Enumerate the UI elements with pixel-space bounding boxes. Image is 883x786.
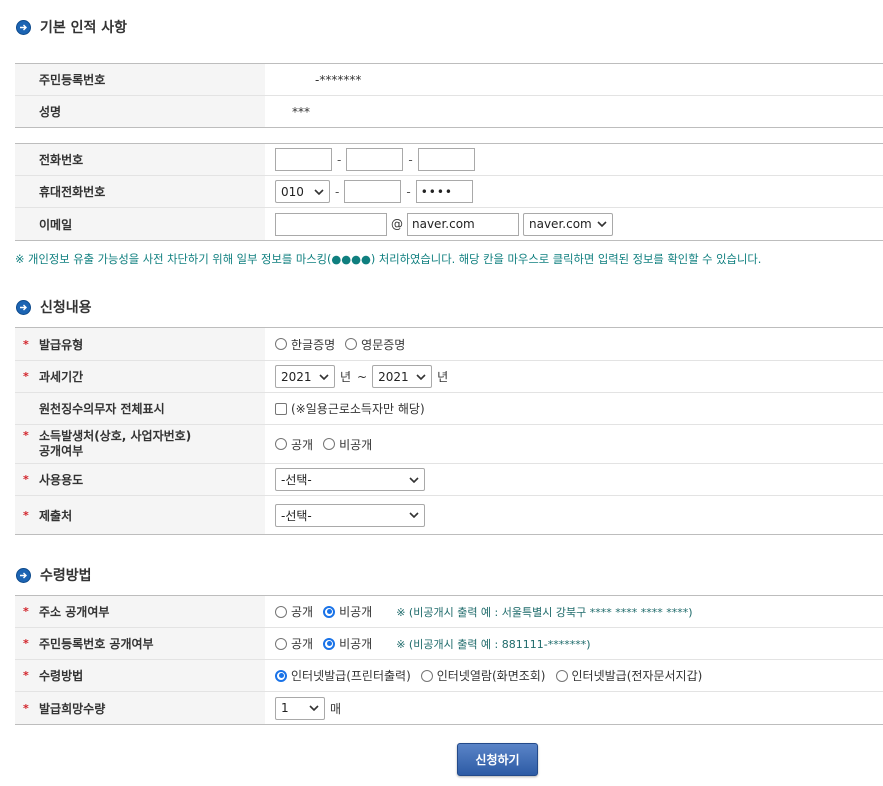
phone-label: 전화번호: [39, 153, 84, 167]
submit-to-label: 제출처: [39, 508, 73, 523]
section-title-basic-info: 기본 인적 사항: [16, 17, 127, 37]
email-domain-input[interactable]: naver.com: [407, 212, 519, 236]
email-domain-select[interactable]: naver.com: [523, 212, 613, 236]
chevron-down-icon: [319, 373, 329, 380]
mobile-prefix-select[interactable]: 010: [275, 180, 330, 203]
mobile-last-input[interactable]: ••••: [415, 180, 473, 203]
phone-part1-input[interactable]: [275, 148, 332, 171]
table-row: 전화번호 - -: [15, 144, 883, 176]
chevron-down-icon: [409, 512, 419, 518]
phone-part3-input[interactable]: [417, 148, 475, 171]
required-mark: *: [23, 669, 29, 682]
method-wallet-radio[interactable]: 인터넷발급(전자문서지갑): [555, 667, 702, 684]
arrow-right-circle-icon: [16, 299, 31, 315]
method-view-radio[interactable]: 인터넷열람(화면조회): [420, 667, 546, 684]
masking-notice: ※ 개인정보 유출 가능성을 사전 차단하기 위해 일부 정보를 마스킹(●●●…: [15, 253, 762, 266]
quantity-select[interactable]: 1: [275, 696, 325, 720]
email-label: 이메일: [39, 217, 73, 232]
chevron-down-icon: [416, 373, 426, 380]
section-title-application: 신청내용: [16, 297, 92, 317]
receipt-method-label: 수령방법: [39, 669, 84, 683]
table-row: 성명 ***: [15, 96, 883, 127]
period-to-select[interactable]: 2021: [372, 365, 433, 388]
period-from-select[interactable]: 2021: [275, 365, 335, 388]
required-mark: *: [23, 637, 29, 650]
rrn-public-radio[interactable]: 공개: [275, 635, 313, 652]
period-label: 과세기간: [39, 370, 84, 384]
apply-button[interactable]: 신청하기: [457, 743, 538, 776]
table-row: 이메일 @ naver.com naver.com: [15, 208, 883, 240]
submit-to-select[interactable]: -선택-: [275, 503, 425, 527]
table-row: 휴대전화번호 010 - - ••••: [15, 176, 883, 208]
issue-type-label: 발급유형: [39, 337, 84, 352]
table-row: * 사용용도 -선택-: [15, 464, 883, 496]
issue-type-korean-radio[interactable]: 한글증명: [275, 336, 335, 353]
withholding-checkbox[interactable]: (※일용근로소득자만 해당): [275, 400, 425, 417]
issue-type-english-radio[interactable]: 영문증명: [345, 336, 405, 353]
address-note: ※ (비공개시 출력 예 : 서울특별시 강북구 **** **** **** …: [396, 605, 693, 619]
application-table: * 발급유형 한글증명 영문증명 * 과세기간 2021 년 ~ 2021 년 원천…: [15, 327, 883, 535]
table-row: * 발급유형 한글증명 영문증명: [15, 328, 883, 361]
required-mark: *: [23, 370, 29, 383]
basic-info-table: 주민등록번호 -******* 성명 ***: [15, 63, 883, 128]
chevron-down-icon: [409, 476, 419, 483]
address-private-radio[interactable]: 비공개: [323, 603, 372, 620]
income-private-radio[interactable]: 비공개: [323, 436, 372, 453]
required-mark: *: [23, 473, 29, 486]
table-row: 원천징수의무자 전체표시 (※일용근로소득자만 해당): [15, 393, 883, 425]
chevron-down-icon: [597, 221, 607, 227]
table-row: * 과세기간 2021 년 ~ 2021 년: [15, 361, 883, 393]
table-row: * 제출처 -선택-: [15, 496, 883, 534]
contact-table: 전화번호 - - 휴대전화번호 010 - - •••• 이메일 @ naver…: [15, 143, 883, 241]
income-source-label: 소득발생처(상호, 사업자번호): [39, 429, 192, 443]
withholding-label: 원천징수의무자 전체표시: [39, 402, 165, 416]
table-row: * 발급희망수량 1 매: [15, 692, 883, 724]
table-row: * 소득발생처(상호, 사업자번호) 공개여부 공개 비공개: [15, 425, 883, 464]
mobile-middle-input[interactable]: [344, 180, 402, 203]
income-source-label-line2: 공개여부: [39, 444, 84, 458]
table-row: * 주소 공개여부 공개 비공개 ※ (비공개시 출력 예 : 서울특별시 강북구…: [15, 596, 883, 628]
section-title-receipt: 수령방법: [16, 565, 92, 585]
required-mark: *: [23, 429, 29, 442]
table-row: 주민등록번호 -*******: [15, 64, 883, 96]
arrow-right-circle-icon: [16, 567, 31, 583]
arrow-right-circle-icon: [16, 19, 31, 35]
usage-select[interactable]: -선택-: [275, 468, 425, 491]
resident-number-label: 주민등록번호: [39, 73, 106, 87]
chevron-down-icon: [314, 188, 324, 195]
rrn-note: ※ (비공개시 출력 예 : 881111-*******): [396, 637, 591, 651]
rrn-private-radio[interactable]: 비공개: [323, 635, 372, 652]
email-at-symbol: @: [391, 217, 403, 231]
required-mark: *: [23, 508, 29, 522]
email-id-input[interactable]: [275, 212, 387, 236]
table-row: * 주민등록번호 공개여부 공개 비공개 ※ (비공개시 출력 예 : 88111…: [15, 628, 883, 660]
required-mark: *: [23, 701, 29, 715]
resident-number-value: -*******: [315, 72, 362, 87]
mobile-label: 휴대전화번호: [39, 185, 106, 199]
receipt-table: * 주소 공개여부 공개 비공개 ※ (비공개시 출력 예 : 서울특별시 강북구…: [15, 595, 883, 725]
rrn-public-label: 주민등록번호 공개여부: [39, 637, 154, 651]
chevron-down-icon: [309, 705, 319, 711]
method-print-radio[interactable]: 인터넷발급(프린터출력): [275, 667, 411, 684]
phone-part2-input[interactable]: [346, 148, 404, 171]
usage-label: 사용용도: [39, 473, 84, 487]
quantity-label: 발급희망수량: [39, 701, 106, 716]
required-mark: *: [23, 605, 29, 618]
name-label: 성명: [39, 105, 62, 119]
table-row: * 수령방법 인터넷발급(프린터출력) 인터넷열람(화면조회) 인터넷발급(전자문…: [15, 660, 883, 692]
required-mark: *: [23, 337, 29, 351]
name-value: ***: [292, 104, 310, 119]
income-public-radio[interactable]: 공개: [275, 436, 313, 453]
address-public-label: 주소 공개여부: [39, 605, 110, 619]
address-public-radio[interactable]: 공개: [275, 603, 313, 620]
